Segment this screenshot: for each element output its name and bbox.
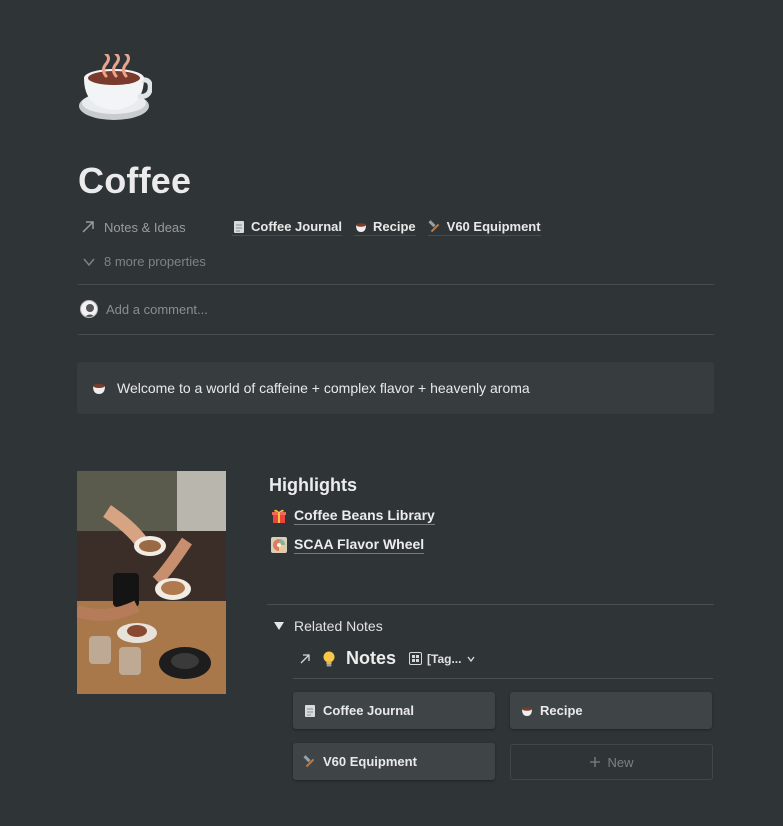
chevron-down-icon <box>83 258 95 266</box>
relation-v60-equipment[interactable]: V60 Equipment <box>427 219 541 236</box>
hammer-icon <box>303 754 315 767</box>
callout-text: Welcome to a world of caffeine + complex… <box>117 380 530 396</box>
page-title[interactable]: Coffee <box>78 160 191 202</box>
arrow-up-right-icon[interactable] <box>298 652 312 666</box>
avatar <box>80 300 98 318</box>
hammer-icon <box>428 219 439 232</box>
page-icon <box>234 220 244 233</box>
link-scaa-flavor-wheel[interactable]: SCAA Flavor Wheel <box>271 536 425 554</box>
linked-database-header: Notes [Tag... <box>298 648 476 669</box>
view-selector[interactable]: [Tag... <box>409 652 476 666</box>
gallery-card-v60-equipment[interactable]: V60 Equipment <box>293 743 495 780</box>
coffee-cup-icon <box>356 222 367 232</box>
divider <box>78 334 714 335</box>
divider <box>293 678 713 679</box>
arrow-up-right-icon <box>82 221 94 233</box>
new-card-button[interactable]: New <box>510 744 713 780</box>
highlights-heading: Highlights <box>269 475 357 495</box>
lightbulb-icon <box>323 651 335 666</box>
gift-icon <box>272 509 286 523</box>
comment-placeholder: Add a comment... <box>106 301 208 317</box>
wheel-image-icon <box>271 537 287 553</box>
gallery-view-icon <box>409 652 423 665</box>
divider <box>78 284 714 285</box>
relation-recipe[interactable]: Recipe <box>354 219 416 236</box>
relation-coffee-journal[interactable]: Coffee Journal <box>232 219 343 236</box>
notion-page: Coffee Notes & Ideas Coffee Journal Reci… <box>0 0 783 826</box>
relation-values: Coffee Journal Recipe V60 Equipment <box>232 219 541 236</box>
related-notes-toggle[interactable]: Related Notes <box>274 618 383 634</box>
property-name[interactable]: Notes & Ideas <box>80 219 186 235</box>
chevron-down-icon <box>467 656 476 662</box>
callout-block[interactable]: Welcome to a world of caffeine + complex… <box>77 362 714 414</box>
database-title[interactable]: Notes <box>346 648 396 669</box>
coffee-cup-icon <box>522 706 532 716</box>
plus-icon <box>590 757 601 767</box>
coffee-photo <box>77 471 226 694</box>
comment-input[interactable]: Add a comment... <box>80 300 208 318</box>
hot-beverage-icon[interactable] <box>78 52 153 126</box>
gallery-card-recipe[interactable]: Recipe <box>510 692 712 729</box>
coffee-cup-icon <box>93 384 105 394</box>
property-row: Notes & Ideas Coffee Journal Recipe V60 … <box>80 219 720 239</box>
divider <box>267 604 714 605</box>
link-coffee-beans-library[interactable]: Coffee Beans Library <box>271 507 435 525</box>
triangle-down-icon <box>274 622 284 630</box>
property-label: Notes & Ideas <box>104 219 186 235</box>
more-properties-toggle[interactable]: 8 more properties <box>82 254 206 269</box>
page-icon <box>305 704 315 717</box>
gallery-card-coffee-journal[interactable]: Coffee Journal <box>293 692 495 729</box>
